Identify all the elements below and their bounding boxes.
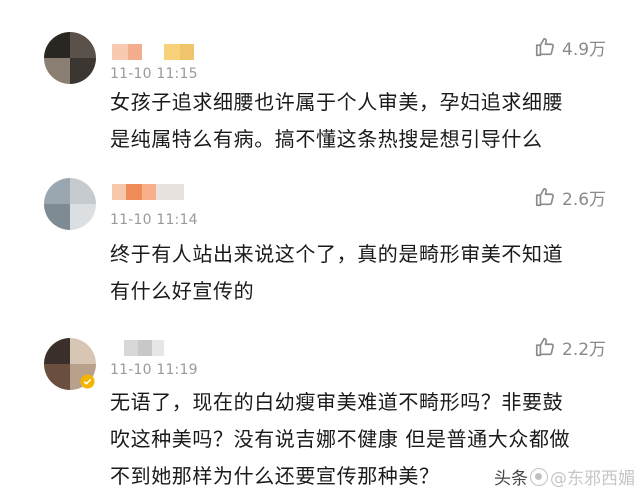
comment-line: 是纯属特么有病。搞不懂这条热搜是想引导什么: [110, 127, 543, 151]
avatar-pixel: [44, 364, 70, 390]
avatar-pixel: [70, 178, 96, 204]
avatar-pixel: [44, 338, 70, 364]
avatar-pixel: [70, 58, 96, 84]
name-block: [128, 44, 142, 60]
name-block: [126, 184, 142, 200]
toutiao-logo-icon: [530, 467, 548, 486]
name-block: [142, 44, 164, 60]
name-block: [152, 340, 164, 356]
comment-line: 女孩子追求细腰也许属于个人审美，孕妇追求细腰: [110, 90, 564, 114]
thumbs-up-icon: [535, 37, 554, 57]
comment-time: 11-10 11:14: [110, 212, 198, 228]
like-button[interactable]: 2.2万: [534, 334, 606, 360]
avatar[interactable]: [44, 32, 96, 84]
comment-line: 吹这种美吗？没有说吉娜不健康 但是普通大众都做: [110, 427, 571, 451]
comment-time: 11-10 11:19: [110, 362, 198, 378]
comment-time: 11-10 11:15: [110, 66, 198, 82]
avatar-pixel: [44, 204, 70, 230]
name-block: [124, 340, 138, 356]
avatar-pixel: [70, 32, 96, 58]
name-block: [138, 340, 152, 356]
name-block: [112, 340, 124, 356]
watermark-brand: @东邪西媚: [550, 469, 635, 489]
like-count: 2.2万: [562, 339, 607, 360]
username-blurred[interactable]: [112, 184, 184, 202]
verified-badge-icon: [80, 374, 95, 389]
watermark-prefix: 头条: [494, 469, 528, 489]
like-button[interactable]: 4.9万: [534, 34, 606, 60]
avatar[interactable]: [44, 178, 96, 230]
name-block: [112, 184, 126, 200]
avatar-pixel: [44, 58, 70, 84]
name-block: [164, 44, 180, 60]
thumbs-up-icon: [535, 187, 554, 207]
name-block: [112, 44, 128, 60]
avatar-pixel: [70, 204, 96, 230]
name-block: [142, 184, 156, 200]
watermark: 头条 @东邪西媚: [494, 464, 635, 489]
username-blurred[interactable]: [112, 44, 194, 62]
comment-text: 女孩子追求细腰也许属于个人审美，孕妇追求细腰 是纯属特么有病。搞不懂这条热搜是想…: [110, 84, 610, 158]
username-blurred[interactable]: [112, 340, 164, 358]
name-block: [180, 44, 194, 60]
name-block: [156, 184, 184, 200]
thumbs-up-icon: [535, 337, 554, 357]
like-count: 2.6万: [562, 189, 607, 210]
avatar-pixel: [44, 32, 70, 58]
like-count: 4.9万: [562, 39, 607, 60]
comment-line: 终于有人站出来说这个了，真的是畸形审美不知道: [110, 242, 564, 266]
comment-line: 无语了，现在的白幼瘦审美难道不畸形吗？非要鼓: [110, 390, 564, 414]
comment-line: 有什么好宣传的: [110, 279, 255, 303]
avatar-pixel: [44, 178, 70, 204]
comment-text: 终于有人站出来说这个了，真的是畸形审美不知道 有什么好宣传的: [110, 236, 610, 310]
avatar-pixel: [70, 338, 96, 364]
like-button[interactable]: 2.6万: [534, 184, 606, 210]
